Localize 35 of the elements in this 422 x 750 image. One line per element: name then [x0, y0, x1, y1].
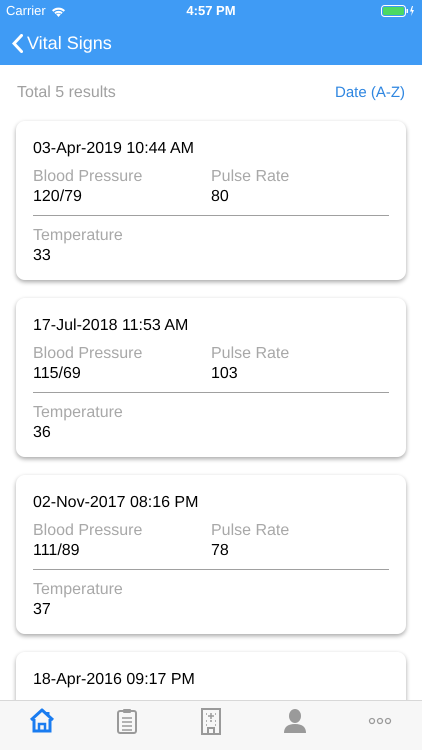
results-count: Total 5 results — [17, 83, 116, 103]
field-value: 120/79 — [33, 187, 83, 207]
field-value: 103 — [211, 364, 239, 384]
field-value: 115/69 — [33, 364, 82, 384]
carrier-label: Carrier — [6, 2, 46, 20]
field-label: Blood Pressure — [33, 167, 144, 187]
back-chevron-icon — [12, 34, 23, 53]
field-label: Temperature — [33, 403, 124, 423]
field-value: 36 — [33, 423, 52, 443]
more-icon — [368, 717, 392, 725]
battery-icon — [381, 5, 416, 17]
sort-button[interactable]: Date (A-Z) — [334, 82, 405, 104]
record-date: 17-Jul-2018 11:53 AM — [33, 316, 190, 336]
field-label: Blood Pressure — [33, 344, 144, 364]
home-icon — [28, 707, 56, 735]
record-date: 18-Apr-2016 09:17 PM — [33, 670, 196, 690]
field-label: Pulse Rate — [211, 521, 290, 541]
field-label: Blood Pressure — [33, 521, 144, 541]
wifi-icon — [50, 6, 66, 16]
record-card[interactable]: 18-Apr-2016 09:17 PM — [16, 652, 406, 700]
field-label: Pulse Rate — [211, 344, 290, 364]
record-card[interactable]: 17-Jul-2018 11:53 AM Blood Pressure 115/69 Pulse Rate 103 Temperature 36 — [16, 298, 406, 457]
record-card[interactable]: 03-Apr-2019 10:44 AM Blood Pressure 120/79 Pulse Rate 80 Temperature 33 — [16, 121, 406, 280]
field-label: Temperature — [33, 580, 124, 600]
field-label: Temperature — [33, 226, 124, 246]
field-value: 78 — [211, 541, 230, 561]
status-time: 4:57 PM — [186, 2, 236, 20]
record-card[interactable]: 02-Nov-2017 08:16 PM Blood Pressure 111/89 Pulse Rate 78 Temperature 37 — [16, 475, 406, 634]
field-value: 33 — [33, 246, 52, 266]
record-date: 03-Apr-2019 10:44 AM — [33, 139, 195, 159]
field-value: 111/89 — [33, 541, 81, 561]
field-value: 37 — [33, 600, 52, 620]
field-label: Pulse Rate — [211, 167, 290, 187]
field-value: 80 — [211, 187, 230, 207]
record-date: 02-Nov-2017 08:16 PM — [33, 493, 200, 513]
